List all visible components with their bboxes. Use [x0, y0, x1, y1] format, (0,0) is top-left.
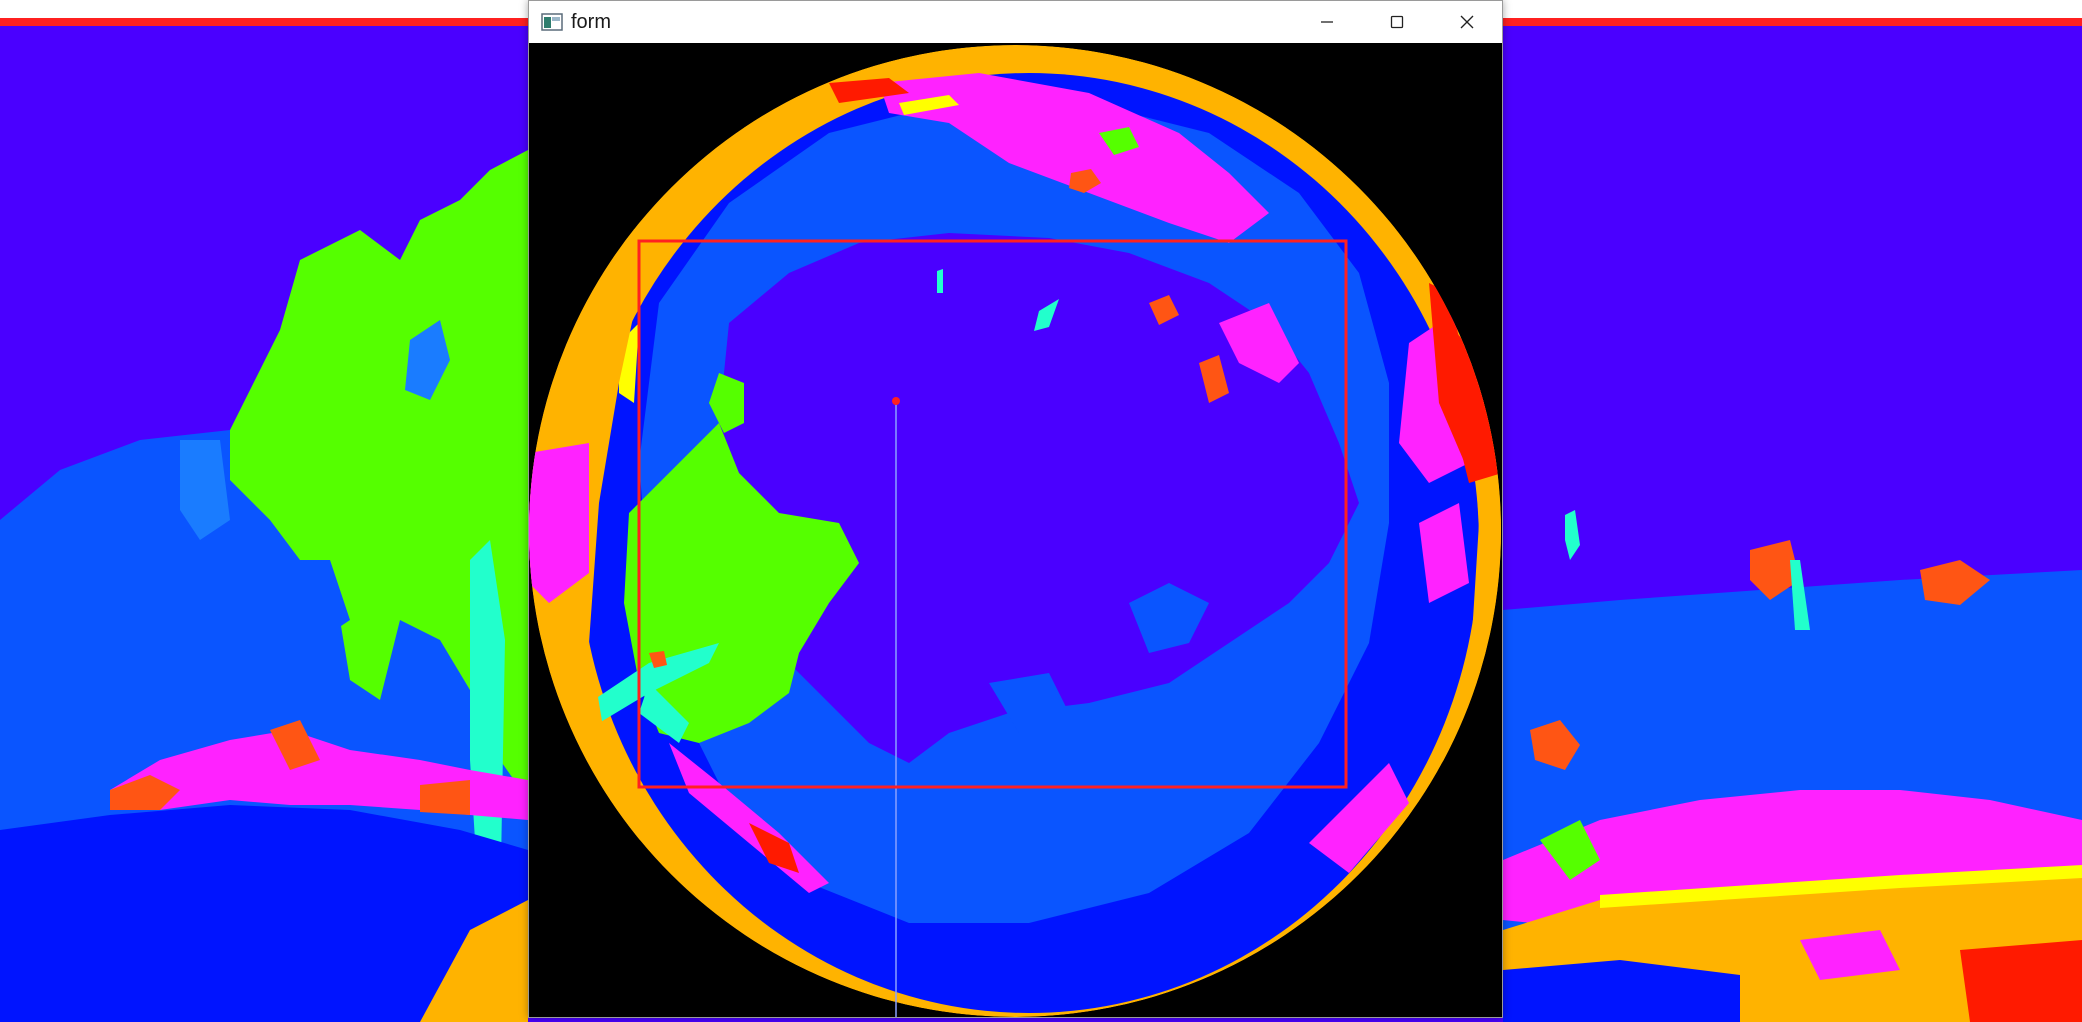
window-title: form: [571, 10, 611, 33]
close-icon: [1460, 15, 1474, 29]
close-button[interactable]: [1432, 1, 1502, 43]
window-controls: [1292, 1, 1502, 43]
maximize-icon: [1390, 15, 1404, 29]
maximize-button[interactable]: [1362, 1, 1432, 43]
minimize-button[interactable]: [1292, 1, 1362, 43]
center-point-marker: [892, 397, 900, 405]
fisheye-canvas[interactable]: [529, 43, 1502, 1017]
desktop: form: [0, 0, 2082, 1022]
app-window-icon: [541, 13, 563, 31]
fisheye-segmentation-view: [529, 43, 1502, 1017]
title-bar[interactable]: form: [529, 1, 1502, 43]
minimize-icon: [1321, 21, 1333, 23]
form-window: form: [528, 0, 1503, 1018]
